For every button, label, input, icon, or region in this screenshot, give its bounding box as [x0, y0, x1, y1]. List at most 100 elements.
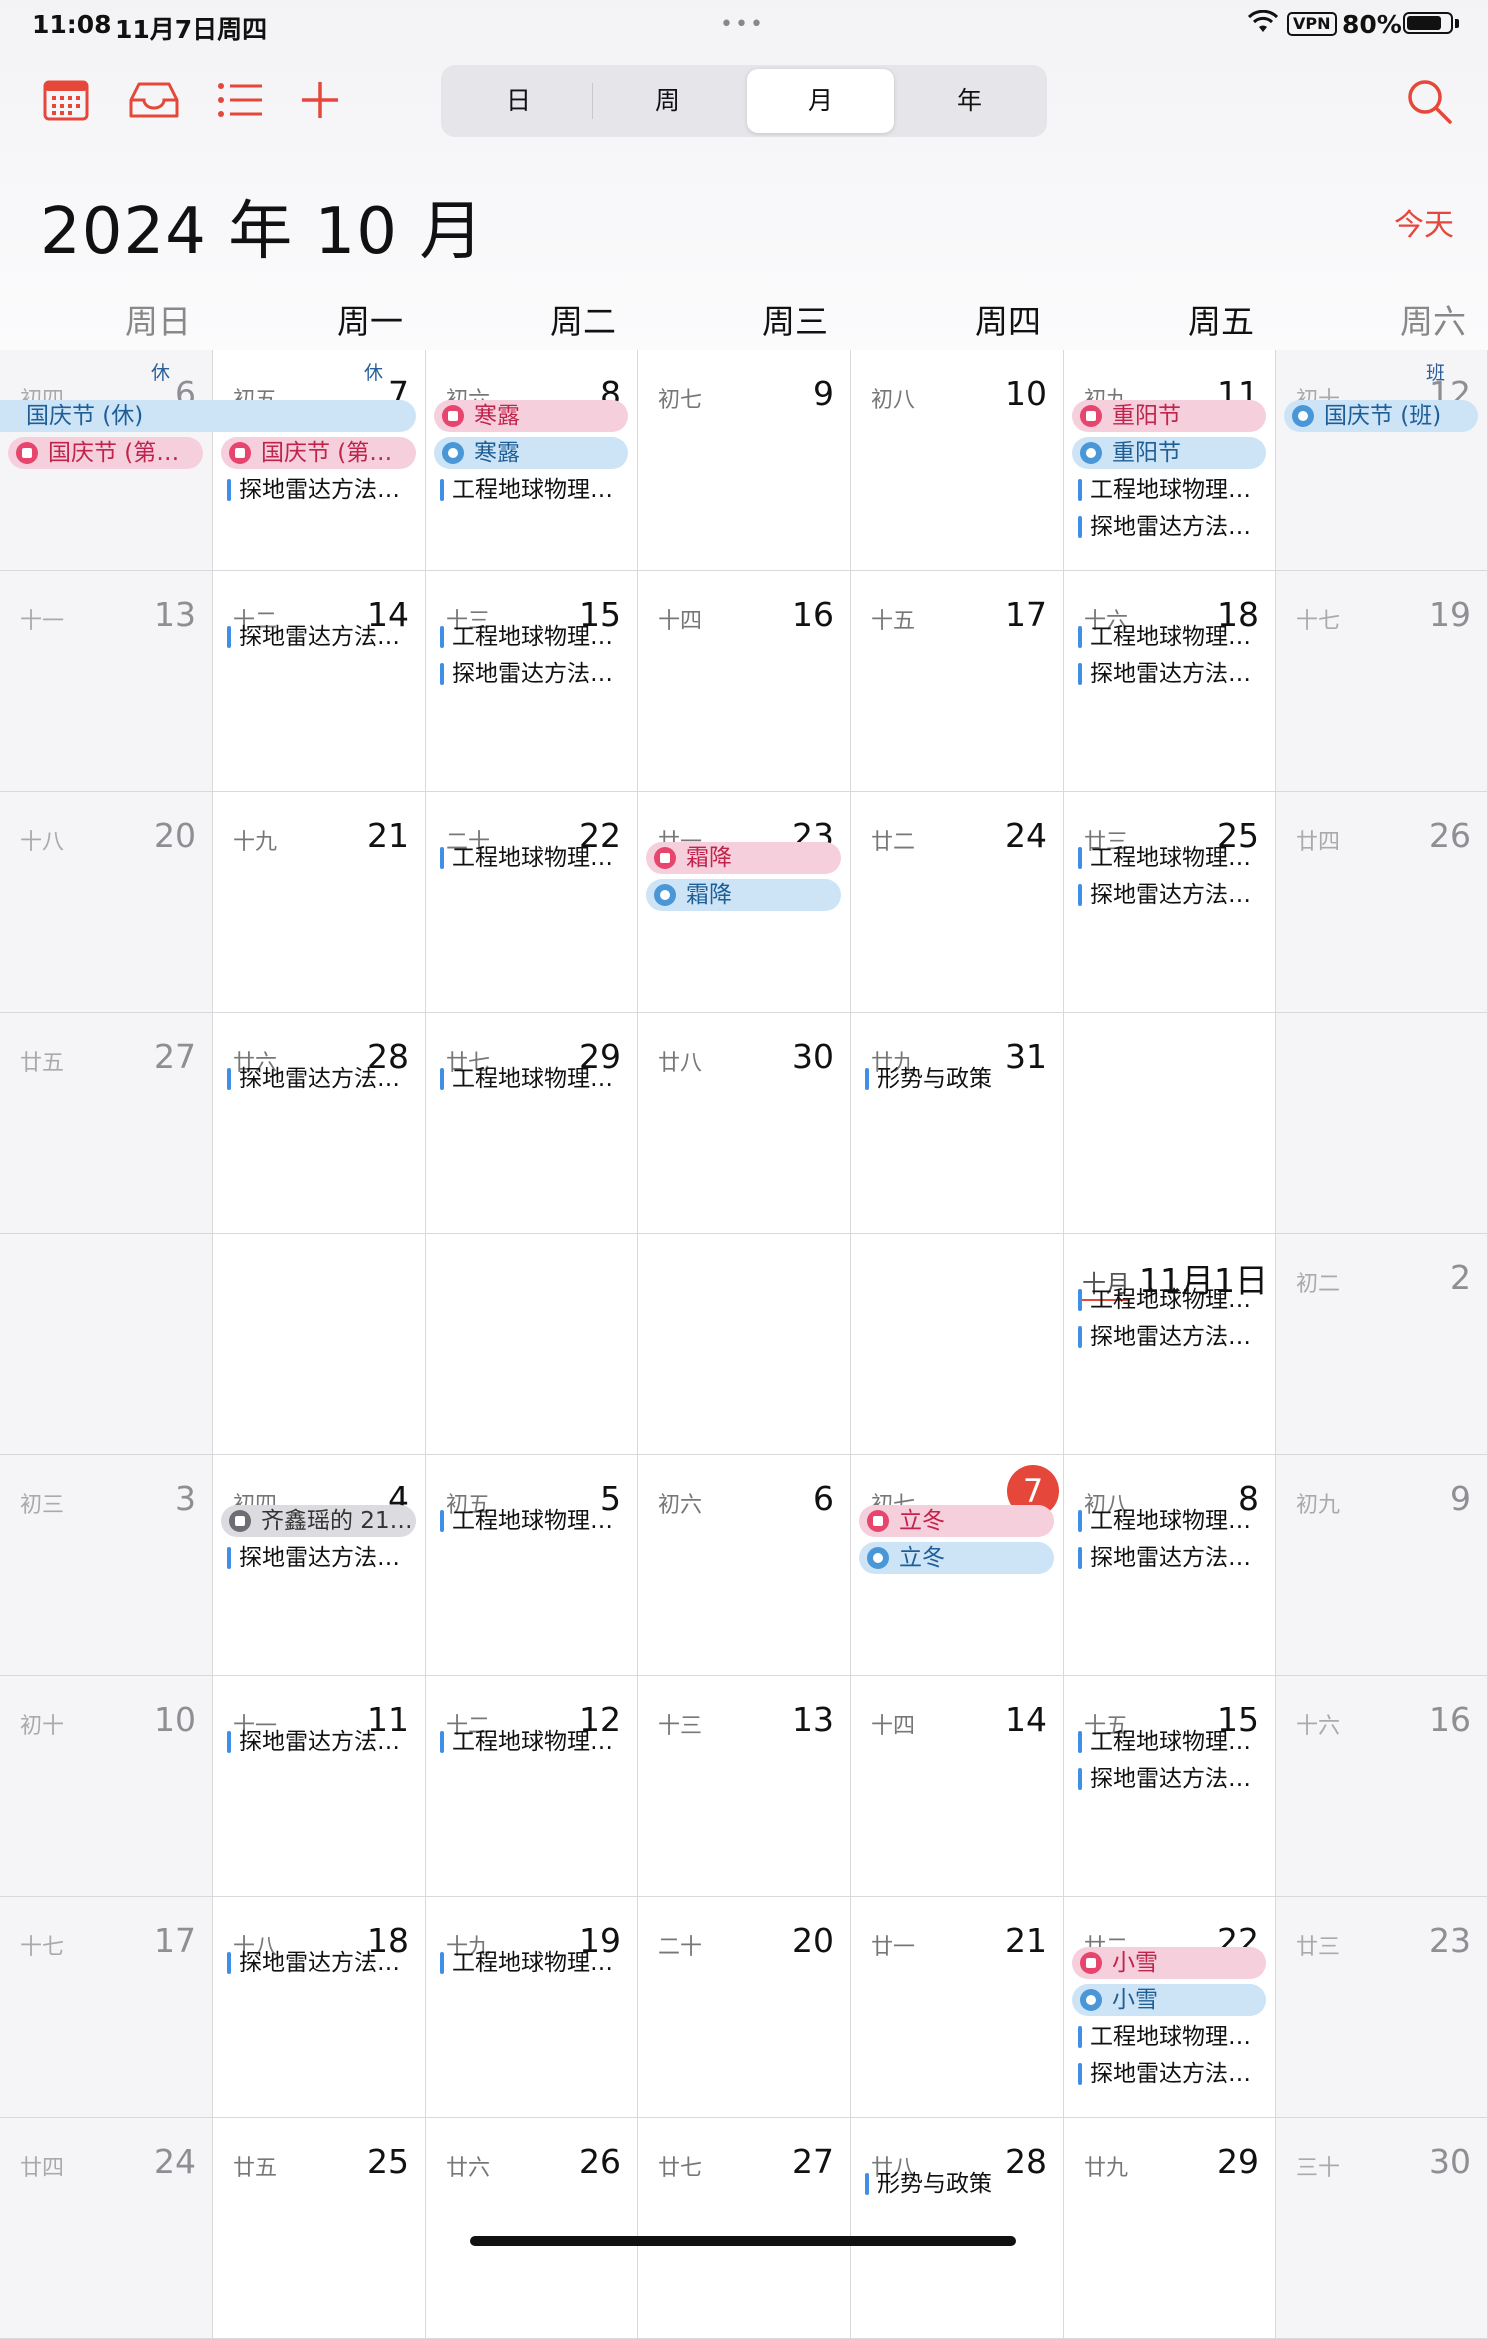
day-cell[interactable]: 初七7立冬立冬: [851, 1455, 1064, 1676]
day-cell[interactable]: 十二 12 工程地球物理…: [426, 1676, 638, 1897]
calendar-event[interactable]: 形势与政策: [865, 2168, 1054, 2200]
calendar-event[interactable]: 工程地球物理…: [1078, 1284, 1266, 1316]
calendar-event[interactable]: 探地雷达方法…: [227, 1947, 416, 1979]
calendar-event[interactable]: 探地雷达方法…: [227, 621, 416, 653]
add-icon[interactable]: [298, 78, 346, 122]
segment-week[interactable]: 周: [594, 69, 741, 133]
holiday-event[interactable]: 寒露: [434, 437, 628, 469]
day-cell[interactable]: 廿七 29 工程地球物理…: [426, 1013, 638, 1234]
day-cell[interactable]: 廿七 27: [638, 2118, 851, 2339]
day-cell[interactable]: 廿六 28 探地雷达方法…: [213, 1013, 426, 1234]
calendar-event[interactable]: 探地雷达方法…: [1078, 1542, 1266, 1574]
calendar-event[interactable]: 探地雷达方法…: [1078, 658, 1266, 690]
day-cell[interactable]: 廿一 21: [851, 1897, 1064, 2118]
day-cell[interactable]: 初六8寒露寒露工程地球物理…: [426, 350, 638, 571]
day-cell[interactable]: 初八 8 工程地球物理… 探地雷达方法…: [1064, 1455, 1276, 1676]
day-cell[interactable]: [426, 1234, 638, 1455]
day-cell[interactable]: 初十 10: [0, 1676, 213, 1897]
holiday-event[interactable]: 国庆节 (班): [1284, 400, 1478, 432]
inbox-icon[interactable]: [127, 78, 181, 122]
day-cell[interactable]: 十月 11月1日 工程地球物理… 探地雷达方法…: [1064, 1234, 1276, 1455]
calendar-event[interactable]: 探地雷达方法…: [227, 474, 416, 506]
day-cell[interactable]: 三十 30: [1276, 2118, 1488, 2339]
calendar-event[interactable]: 工程地球物理…: [440, 1947, 628, 1979]
holiday-event[interactable]: 霜降: [646, 842, 841, 874]
day-cell[interactable]: 二十 20: [638, 1897, 851, 2118]
holiday-event[interactable]: 国庆节 (第…: [8, 437, 203, 469]
day-cell[interactable]: 初十12班国庆节 (班): [1276, 350, 1488, 571]
day-cell[interactable]: 初四4齐鑫瑶的 21…探地雷达方法…: [213, 1455, 426, 1676]
day-cell[interactable]: 十二 14 探地雷达方法…: [213, 571, 426, 792]
day-cell[interactable]: 廿九 29: [1064, 2118, 1276, 2339]
calendar-event[interactable]: 工程地球物理…: [1078, 842, 1266, 874]
home-indicator[interactable]: [470, 2236, 1016, 2246]
calendar-event[interactable]: 工程地球物理…: [440, 1726, 628, 1758]
calendar-event[interactable]: 探地雷达方法…: [1078, 1763, 1266, 1795]
day-cell[interactable]: 廿三 23: [1276, 1897, 1488, 2118]
day-cell[interactable]: [638, 1234, 851, 1455]
day-cell[interactable]: 廿三 25 工程地球物理… 探地雷达方法…: [1064, 792, 1276, 1013]
day-cell[interactable]: 初五7休国庆节 (第…探地雷达方法…: [213, 350, 426, 571]
day-cell[interactable]: 十六 16: [1276, 1676, 1488, 1897]
calendar-event[interactable]: 工程地球物理…: [1078, 1726, 1266, 1758]
day-cell[interactable]: [851, 1234, 1064, 1455]
day-cell[interactable]: [0, 1234, 213, 1455]
day-cell[interactable]: 十一 13: [0, 571, 213, 792]
holiday-event[interactable]: 霜降: [646, 879, 841, 911]
day-cell[interactable]: 十一 11 探地雷达方法…: [213, 1676, 426, 1897]
calendar-event[interactable]: 工程地球物理…: [440, 621, 628, 653]
day-cell[interactable]: 十四 16: [638, 571, 851, 792]
day-cell[interactable]: [1064, 1013, 1276, 1234]
birthday-event[interactable]: 齐鑫瑶的 21…: [221, 1505, 416, 1537]
calendar-event[interactable]: 探地雷达方法…: [227, 1542, 416, 1574]
segment-month[interactable]: 月: [747, 69, 894, 133]
day-cell[interactable]: 十八 18 探地雷达方法…: [213, 1897, 426, 2118]
day-cell[interactable]: 初四6休国庆节 (第…: [0, 350, 213, 571]
day-cell[interactable]: 十五 15 工程地球物理… 探地雷达方法…: [1064, 1676, 1276, 1897]
segment-day[interactable]: 日: [445, 69, 592, 133]
calendar-event[interactable]: 工程地球物理…: [1078, 2021, 1266, 2053]
day-cell[interactable]: 十七 19: [1276, 571, 1488, 792]
holiday-event[interactable]: 小雪: [1072, 1947, 1266, 1979]
calendar-event[interactable]: 工程地球物理…: [440, 842, 628, 874]
day-cell[interactable]: 廿四 24: [0, 2118, 213, 2339]
calendar-event[interactable]: 形势与政策: [865, 1063, 1054, 1095]
day-cell[interactable]: 廿二 24: [851, 792, 1064, 1013]
day-cell[interactable]: 十四 14: [851, 1676, 1064, 1897]
calendar-event[interactable]: 工程地球物理…: [1078, 474, 1266, 506]
day-cell[interactable]: 十三 15 工程地球物理… 探地雷达方法…: [426, 571, 638, 792]
day-cell[interactable]: 廿五 25: [213, 2118, 426, 2339]
day-cell[interactable]: 初六 6: [638, 1455, 851, 1676]
calendar-event[interactable]: 探地雷达方法…: [1078, 1321, 1266, 1353]
calendar-event[interactable]: 探地雷达方法…: [1078, 511, 1266, 543]
day-cell[interactable]: 十八 20: [0, 792, 213, 1013]
segment-year[interactable]: 年: [896, 69, 1043, 133]
day-cell[interactable]: 二十 22 工程地球物理…: [426, 792, 638, 1013]
calendar-event[interactable]: 探地雷达方法…: [227, 1063, 416, 1095]
day-cell[interactable]: 廿四 26: [1276, 792, 1488, 1013]
search-icon[interactable]: [1404, 76, 1454, 126]
day-cell[interactable]: 廿八 30: [638, 1013, 851, 1234]
multi-day-holiday-event[interactable]: 国庆节 (休): [0, 400, 416, 432]
day-cell[interactable]: 十七 17: [0, 1897, 213, 2118]
day-cell[interactable]: 廿九 31 形势与政策: [851, 1013, 1064, 1234]
holiday-event[interactable]: 国庆节 (第…: [221, 437, 416, 469]
calendar-event[interactable]: 工程地球物理…: [440, 1063, 628, 1095]
holiday-event[interactable]: 小雪: [1072, 1984, 1266, 2016]
calendar-event[interactable]: 探地雷达方法…: [1078, 2058, 1266, 2090]
day-cell[interactable]: [213, 1234, 426, 1455]
day-cell[interactable]: 廿二22小雪小雪工程地球物理…探地雷达方法…: [1064, 1897, 1276, 2118]
calendar-event[interactable]: 工程地球物理…: [440, 1505, 628, 1537]
day-cell[interactable]: 十五 17: [851, 571, 1064, 792]
day-cell[interactable]: 初九11重阳节重阳节工程地球物理…探地雷达方法…: [1064, 350, 1276, 571]
day-cell[interactable]: 十九 19 工程地球物理…: [426, 1897, 638, 2118]
holiday-event[interactable]: 寒露: [434, 400, 628, 432]
day-cell[interactable]: 十六 18 工程地球物理… 探地雷达方法…: [1064, 571, 1276, 792]
multitasking-dots-icon[interactable]: •••: [720, 12, 765, 37]
calendar-event[interactable]: 探地雷达方法…: [227, 1726, 416, 1758]
calendar-event[interactable]: 工程地球物理…: [440, 474, 628, 506]
holiday-event[interactable]: 重阳节: [1072, 437, 1266, 469]
day-cell[interactable]: 廿八 28 形势与政策: [851, 2118, 1064, 2339]
day-cell[interactable]: 初二 2: [1276, 1234, 1488, 1455]
day-cell[interactable]: 初八 10: [851, 350, 1064, 571]
